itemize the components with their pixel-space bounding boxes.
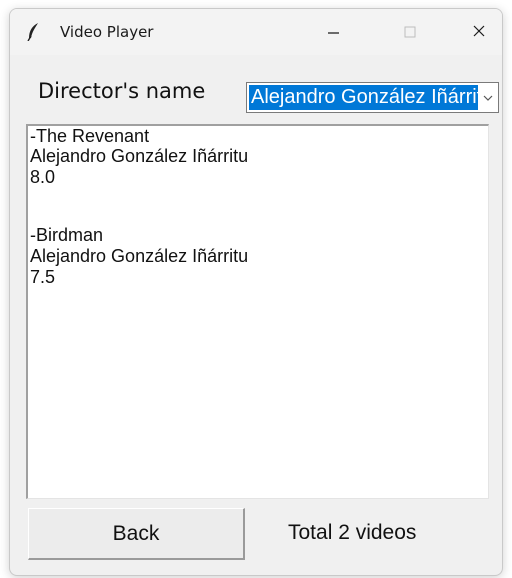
- director-selected-value[interactable]: Alejandro González Iñárritu: [249, 85, 478, 110]
- director-combobox[interactable]: Alejandro González Iñárritu: [246, 82, 499, 113]
- director-label: Director's name: [38, 79, 206, 103]
- minimize-button[interactable]: [310, 9, 356, 55]
- result-line: 8.0: [30, 167, 56, 187]
- result-line: Alejandro González Iñárritu: [30, 146, 249, 166]
- minimize-icon: [328, 32, 339, 34]
- back-button[interactable]: Back: [28, 508, 245, 560]
- title-bar[interactable]: Video Player: [10, 9, 502, 55]
- close-button[interactable]: [456, 9, 502, 55]
- result-line: Alejandro González Iñárritu: [30, 246, 249, 266]
- total-videos-label: Total 2 videos: [288, 521, 417, 544]
- chevron-down-icon[interactable]: [481, 91, 495, 105]
- result-line: -The Revenant: [30, 126, 150, 146]
- maximize-icon: [404, 26, 416, 38]
- result-line: -Birdman: [30, 225, 104, 245]
- maximize-button: [386, 9, 432, 55]
- close-icon: [473, 25, 485, 37]
- window-title: Video Player: [60, 23, 154, 41]
- result-line: 7.5: [30, 267, 56, 287]
- results-text-area[interactable]: -The Revenant Alejandro González Iñárrit…: [26, 124, 489, 499]
- app-window: Video Player Director's name Alejandro G…: [9, 8, 503, 576]
- feather-icon: [27, 23, 38, 41]
